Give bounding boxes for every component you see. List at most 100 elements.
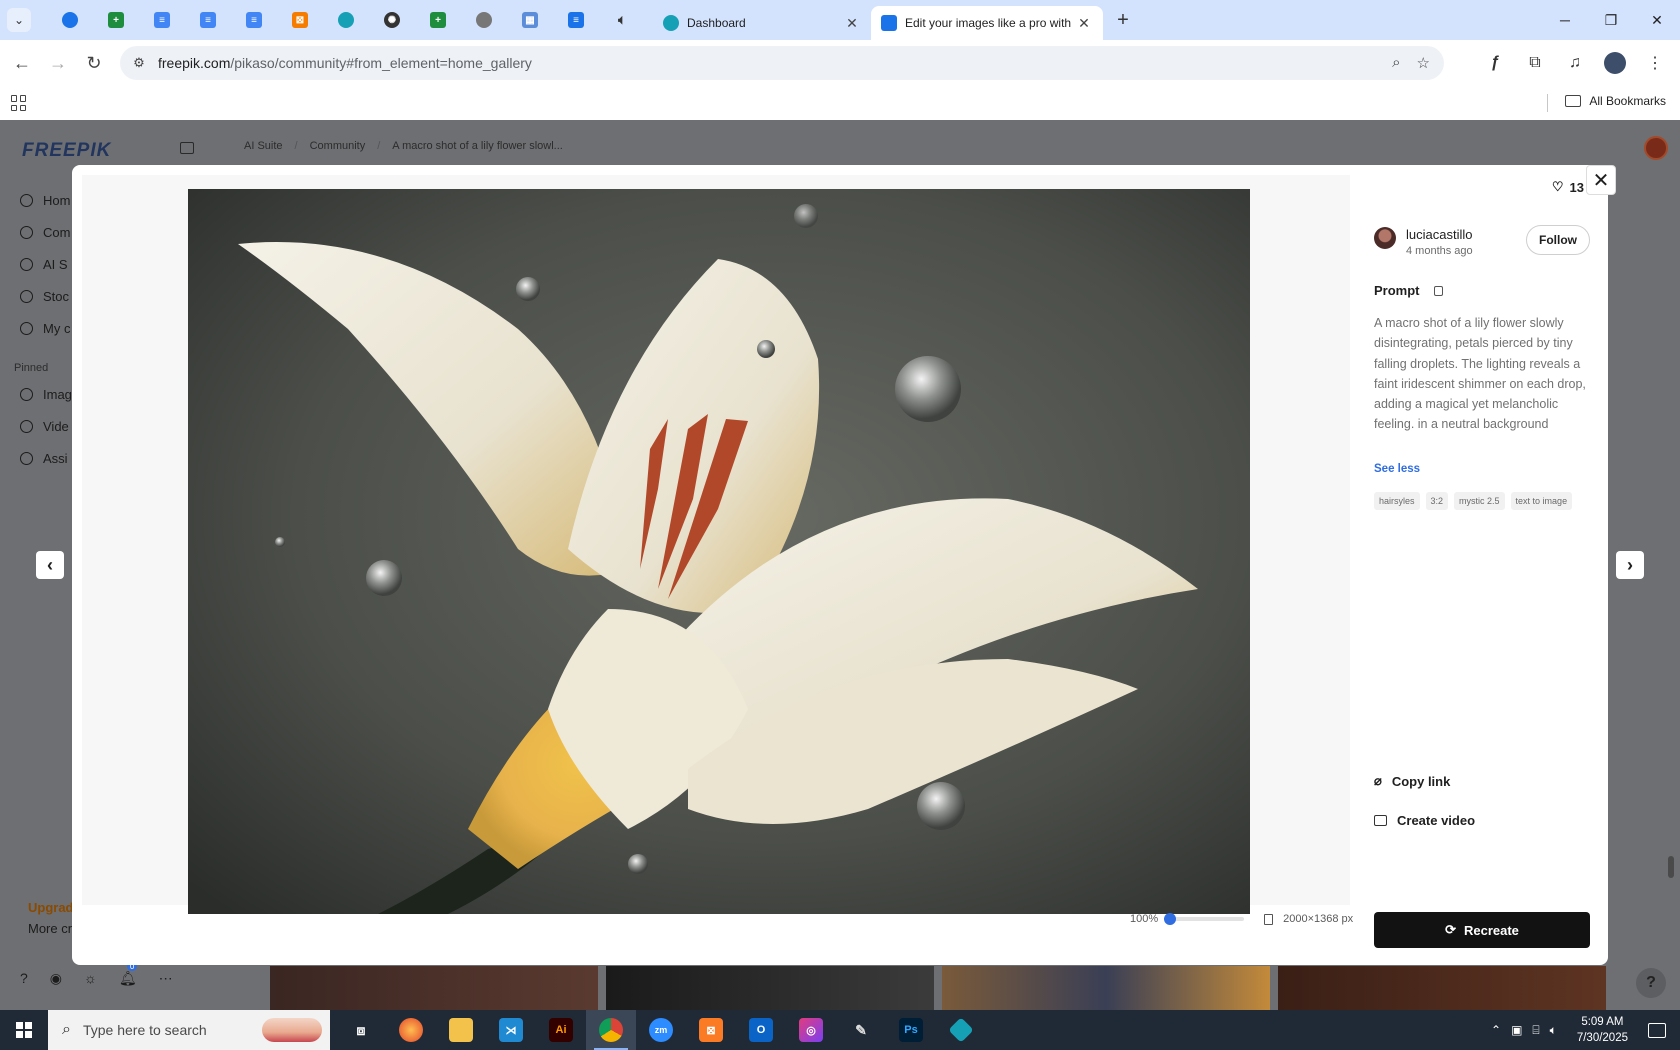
tag[interactable]: mystic 2.5 <box>1454 492 1505 510</box>
pinned-tab[interactable]: + <box>93 0 139 40</box>
zoom-icon[interactable]: ⌕ <box>1392 54 1400 72</box>
copy-icon[interactable] <box>1433 285 1443 296</box>
sidebar-item-my-creations[interactable]: My c <box>20 312 72 344</box>
user-avatar[interactable] <box>1644 136 1668 160</box>
thumbnail[interactable] <box>942 966 1270 1010</box>
help-chat-button[interactable]: ? <box>1636 968 1666 998</box>
bookmark-star-icon[interactable]: ☆ <box>1417 54 1430 72</box>
device-icon[interactable]: ▣ <box>1511 1023 1522 1037</box>
pinned-tab[interactable]: ≡ <box>139 0 185 40</box>
scrollbar-thumb[interactable] <box>1668 856 1674 878</box>
pinned-tab[interactable] <box>461 0 507 40</box>
pinned-tab[interactable] <box>323 0 369 40</box>
pinned-tab[interactable]: ≡ <box>231 0 277 40</box>
tag[interactable]: 3:2 <box>1425 492 1449 510</box>
pinned-tab[interactable] <box>47 0 93 40</box>
lily-photo[interactable] <box>188 189 1250 914</box>
breadcrumb-community[interactable]: Community <box>310 140 366 152</box>
media-control-icon[interactable]: ♫ <box>1560 48 1590 78</box>
like-button[interactable]: ♡ 13 <box>1552 179 1584 195</box>
chevron-up-icon[interactable]: ⌃ <box>1491 1023 1501 1037</box>
taskbar-zoom[interactable]: zm <box>636 1010 686 1050</box>
author-name[interactable]: luciacastillo <box>1406 227 1473 242</box>
tab-freepik[interactable]: Edit your images like a pro with ✕ <box>871 6 1103 40</box>
zoom-slider-handle[interactable] <box>1164 913 1177 925</box>
pinned-tab[interactable]: 🔈︎ <box>599 0 645 40</box>
taskbar-file-explorer[interactable] <box>436 1010 486 1050</box>
author-avatar[interactable] <box>1374 227 1396 249</box>
volume-icon[interactable]: 🔈︎ <box>1550 1023 1557 1038</box>
recreate-button[interactable]: ⟳ Recreate <box>1374 912 1590 948</box>
pinned-tab[interactable]: ▦ <box>507 0 553 40</box>
copy-link-button[interactable]: ⌀ Copy link <box>1374 773 1450 789</box>
close-icon[interactable]: ✕ <box>843 15 861 32</box>
task-view-button[interactable]: ⧈ <box>336 1010 386 1050</box>
notification-center-icon[interactable] <box>1648 1022 1666 1038</box>
taskbar-chrome[interactable] <box>586 1010 636 1050</box>
taskbar-pen-tool[interactable]: ✎ <box>836 1010 886 1050</box>
pinned-tab[interactable]: ≡ <box>185 0 231 40</box>
back-button[interactable]: ← <box>4 45 40 81</box>
discord-icon[interactable]: ◉ <box>50 970 62 987</box>
theme-icon[interactable]: ☼ <box>84 970 97 987</box>
pinned-tab[interactable]: ≡ <box>553 0 599 40</box>
new-tab-button[interactable]: + <box>1109 9 1137 32</box>
sidebar-item-assistant[interactable]: Assi <box>20 442 72 474</box>
taskbar-app[interactable] <box>936 1010 986 1050</box>
taskbar-vscode[interactable]: ⋊ <box>486 1010 536 1050</box>
maximize-button[interactable]: ❐ <box>1588 0 1634 40</box>
taskbar-xampp[interactable]: ⊠ <box>686 1010 736 1050</box>
tag[interactable]: text to image <box>1510 492 1573 510</box>
tab-dashboard[interactable]: Dashboard ✕ <box>653 6 871 40</box>
sidebar-toggle-icon[interactable] <box>180 142 194 154</box>
sidebar-item-ai-suite[interactable]: AI S <box>20 248 72 280</box>
close-icon[interactable]: ✕ <box>1075 15 1093 32</box>
font-extension-icon[interactable]: ƒ <box>1480 48 1510 78</box>
help-icon[interactable]: ? <box>20 970 28 987</box>
pinned-tab[interactable]: + <box>415 0 461 40</box>
previous-image-button[interactable]: ‹ <box>36 551 64 579</box>
extensions-icon[interactable]: ⧉ <box>1520 48 1550 78</box>
site-info-icon[interactable]: ⚙︎ <box>124 55 154 71</box>
sidebar-item-home[interactable]: Hom <box>20 184 72 216</box>
follow-button[interactable]: Follow <box>1526 225 1590 255</box>
window-close-button[interactable]: ✕ <box>1634 0 1680 40</box>
all-bookmarks-button[interactable]: All Bookmarks <box>1565 94 1666 108</box>
taskbar-photoshop[interactable]: Ps <box>886 1010 936 1050</box>
taskbar-creative-cloud[interactable]: ◎ <box>786 1010 836 1050</box>
sidebar-item-stock[interactable]: Stoc <box>20 280 72 312</box>
taskbar-search[interactable]: ⌕ Type here to search <box>48 1010 330 1050</box>
network-icon[interactable]: ⌸ <box>1532 1023 1539 1038</box>
breadcrumb-ai-suite[interactable]: AI Suite <box>244 140 283 152</box>
start-button[interactable] <box>0 1010 48 1050</box>
thumbnail[interactable] <box>606 966 934 1010</box>
apps-grid-icon[interactable] <box>11 95 27 111</box>
sidebar-item-image[interactable]: Imag <box>20 378 72 410</box>
sidebar-item-community[interactable]: Com <box>20 216 72 248</box>
reload-button[interactable]: ↻ <box>76 45 112 81</box>
forward-button[interactable]: → <box>40 45 76 81</box>
tag[interactable]: hairsyles <box>1374 492 1420 510</box>
profile-avatar[interactable] <box>1600 48 1630 78</box>
menu-icon[interactable]: ⋮ <box>1640 48 1670 78</box>
see-less-link[interactable]: See less <box>1374 463 1420 475</box>
close-modal-button[interactable]: ✕ <box>1586 165 1616 195</box>
pinned-tab[interactable]: ⊠ <box>277 0 323 40</box>
sidebar-item-video[interactable]: Vide <box>20 410 72 442</box>
create-video-button[interactable]: Create video <box>1374 813 1475 828</box>
url-text[interactable]: freepik.com/pikaso/community#from_elemen… <box>158 55 532 71</box>
taskbar-firefox[interactable] <box>386 1010 436 1050</box>
upgrade-promo[interactable]: Upgrad More cr <box>28 900 74 936</box>
taskbar-illustrator[interactable]: Ai <box>536 1010 586 1050</box>
more-icon[interactable]: ⋯ <box>159 970 173 987</box>
thumbnail[interactable] <box>270 966 598 1010</box>
next-image-button[interactable]: › <box>1616 551 1644 579</box>
pinned-tab[interactable]: ✺ <box>369 0 415 40</box>
address-bar[interactable]: ⚙︎ freepik.com/pikaso/community#from_ele… <box>120 46 1444 80</box>
freepik-logo[interactable]: FREEPIK <box>22 140 111 162</box>
taskbar-outlook[interactable]: O <box>736 1010 786 1050</box>
thumbnail[interactable] <box>1278 966 1606 1010</box>
clock[interactable]: 5:09 AM 7/30/2025 <box>1577 1014 1628 1046</box>
bell-icon[interactable]: 🔔︎ 0 <box>119 962 138 987</box>
minimize-button[interactable]: ─ <box>1542 0 1588 40</box>
